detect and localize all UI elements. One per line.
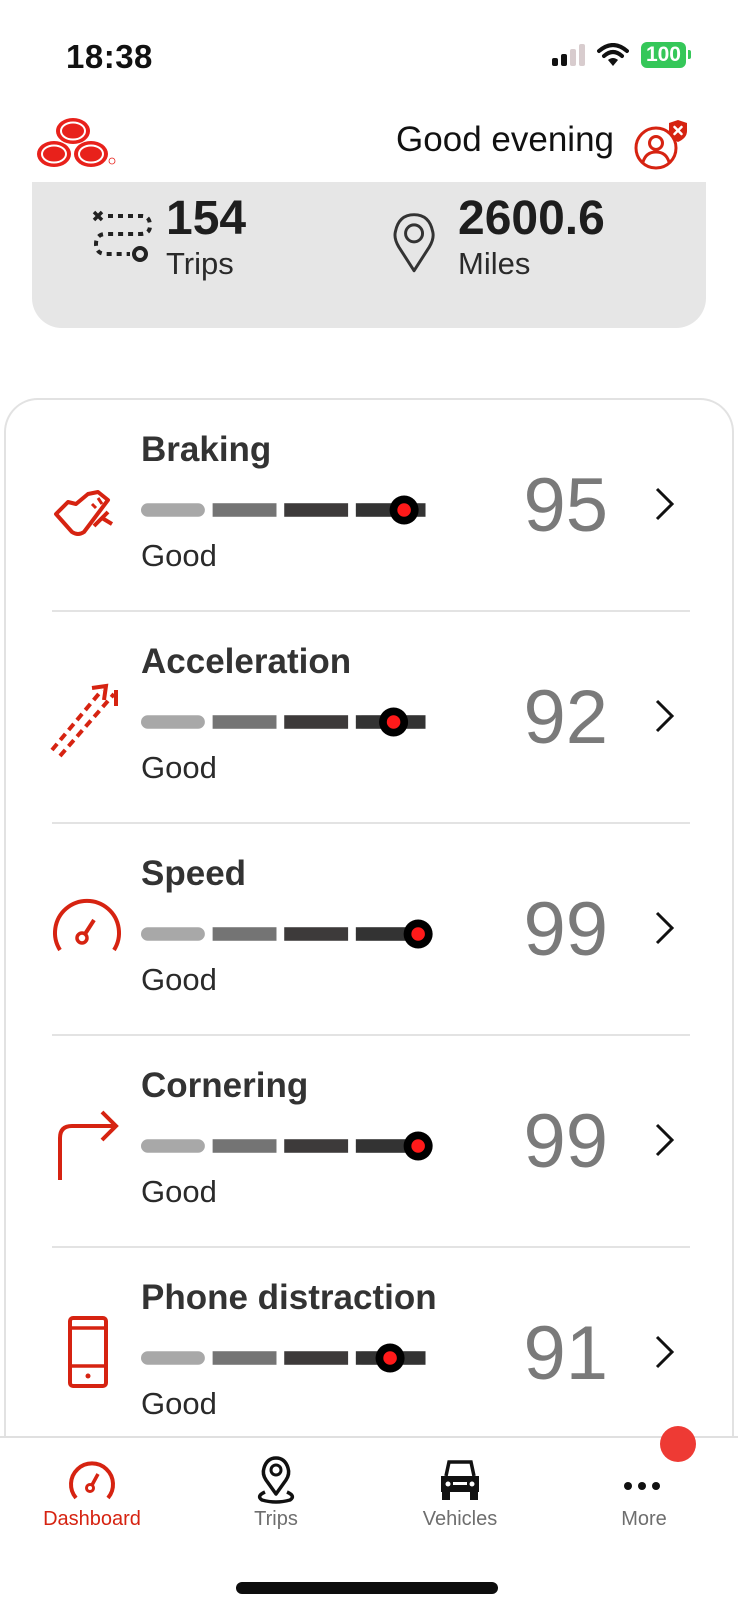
more-dots-icon [624, 1482, 660, 1490]
turn-right-arrow-icon [58, 1110, 119, 1180]
acceleration-arrows-icon [50, 683, 118, 758]
score-rating: Good [141, 538, 217, 573]
location-pin-icon [257, 1456, 295, 1504]
bar-segment [141, 1351, 205, 1365]
score-progress-bar [141, 495, 426, 525]
phone-icon [68, 1316, 108, 1388]
tab-vehicles[interactable]: Vehicles [368, 1438, 552, 1548]
bar-segment [212, 715, 277, 729]
status-icons: 100 [551, 42, 692, 68]
route-icon [92, 210, 153, 262]
chevron-right-icon [655, 1335, 675, 1369]
header: Good evening [0, 110, 738, 180]
bar-segment [141, 503, 205, 517]
score-row-braking[interactable]: Braking Good 95 [6, 400, 732, 612]
trips-label: Trips [166, 246, 234, 281]
score-value: 91 [523, 1311, 608, 1396]
bottom-tab-bar: Dashboard Trips Vehicles More [0, 1426, 738, 1600]
score-rating: Good [141, 750, 217, 785]
chevron-right-icon [655, 911, 675, 945]
speedometer-icon [69, 1461, 115, 1500]
score-marker-dot [386, 715, 401, 729]
score-marker-dot [383, 1351, 397, 1365]
cellular-signal-icon [551, 44, 585, 66]
notification-badge [660, 1426, 696, 1462]
score-row-phone-distraction[interactable]: Phone distraction Good 91 [6, 1248, 732, 1460]
home-indicator[interactable] [236, 1582, 498, 1594]
tab-label: Dashboard [43, 1508, 141, 1530]
score-value: 99 [523, 1099, 608, 1184]
score-title: Acceleration [141, 642, 352, 681]
brake-pedal-icon [54, 490, 114, 536]
profile-alert-icon[interactable] [630, 116, 690, 174]
chevron-right-icon [655, 487, 675, 521]
chevron-right-icon [655, 1123, 675, 1157]
score-value: 99 [523, 887, 608, 972]
bar-segment [212, 1139, 277, 1153]
battery-indicator: 100 [640, 42, 692, 68]
bar-segment [212, 503, 277, 517]
score-row-acceleration[interactable]: Acceleration Good 92 [6, 612, 732, 824]
wifi-icon [596, 43, 629, 66]
bar-segment [284, 1351, 349, 1365]
score-progress-bar [141, 707, 426, 737]
score-title: Phone distraction [141, 1278, 437, 1317]
status-bar: 18:38 100 [0, 0, 738, 110]
greeting-text: Good evening [396, 120, 614, 159]
trips-count: 154 [166, 192, 247, 245]
score-progress-bar [141, 1131, 433, 1161]
score-marker-dot [411, 927, 425, 941]
score-rating: Good [141, 1174, 217, 1209]
miles-label: Miles [458, 246, 531, 281]
status-time: 18:38 [66, 38, 153, 75]
tab-more[interactable]: More [552, 1426, 736, 1548]
car-icon [441, 1460, 479, 1500]
tab-label: Vehicles [422, 1508, 498, 1530]
tab-label: More [621, 1508, 667, 1530]
bar-segment [212, 1351, 277, 1365]
tab-dashboard[interactable]: Dashboard [0, 1438, 184, 1548]
score-marker-dot [411, 1139, 425, 1153]
miles-stat[interactable]: 2600.6 Miles [392, 192, 605, 282]
bar-segment [284, 1139, 349, 1153]
bar-segment [141, 715, 205, 729]
score-progress-bar [141, 919, 433, 949]
score-title: Braking [141, 430, 272, 469]
score-row-speed[interactable]: Speed Good 99 [6, 824, 732, 1036]
bar-segment [141, 1139, 205, 1153]
tab-trips[interactable]: Trips [184, 1438, 368, 1548]
score-marker-dot [397, 503, 411, 517]
bar-segment [141, 927, 205, 941]
speedometer-icon [53, 898, 121, 952]
score-value: 95 [523, 463, 608, 548]
score-rating: Good [141, 1386, 217, 1421]
bar-segment [284, 503, 349, 517]
bar-segment [284, 927, 349, 941]
score-progress-bar [141, 1343, 426, 1373]
chevron-right-icon [655, 699, 675, 733]
tab-label: Trips [254, 1508, 298, 1530]
trips-stat[interactable]: 154 Trips [90, 192, 246, 282]
score-row-cornering[interactable]: Cornering Good 99 [6, 1036, 732, 1248]
location-pin-icon [393, 213, 435, 273]
score-value: 92 [523, 675, 608, 760]
score-title: Cornering [141, 1066, 309, 1105]
bar-segment [284, 715, 349, 729]
driving-scores-card: Braking Good 95 Acceleration Good 92 Spe… [4, 398, 734, 1498]
stats-summary-card: 154 Trips 2600.6 Miles [32, 182, 706, 328]
bar-segment [212, 927, 277, 941]
score-title: Speed [141, 854, 247, 893]
miles-count: 2600.6 [458, 192, 605, 245]
score-rating: Good [141, 962, 217, 997]
three-ovals-logo[interactable] [28, 116, 118, 174]
